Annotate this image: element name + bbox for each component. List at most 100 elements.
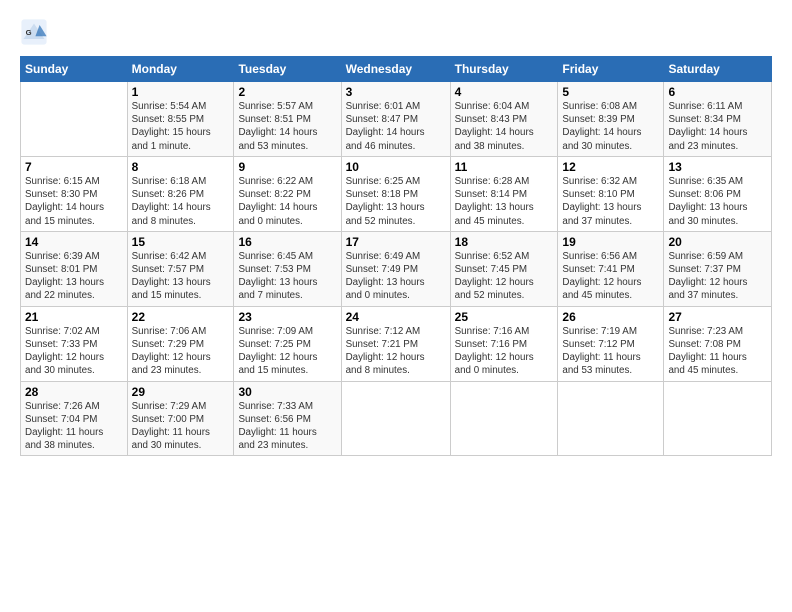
day-number: 22 bbox=[132, 310, 230, 324]
calendar-cell: 8Sunrise: 6:18 AMSunset: 8:26 PMDaylight… bbox=[127, 156, 234, 231]
calendar-cell: 18Sunrise: 6:52 AMSunset: 7:45 PMDayligh… bbox=[450, 231, 558, 306]
day-info: Sunrise: 6:08 AMSunset: 8:39 PMDaylight:… bbox=[562, 100, 659, 153]
calendar-cell: 19Sunrise: 6:56 AMSunset: 7:41 PMDayligh… bbox=[558, 231, 664, 306]
day-number: 6 bbox=[668, 85, 767, 99]
day-number: 9 bbox=[238, 160, 336, 174]
calendar-cell: 13Sunrise: 6:35 AMSunset: 8:06 PMDayligh… bbox=[664, 156, 772, 231]
day-number: 29 bbox=[132, 385, 230, 399]
calendar-cell: 15Sunrise: 6:42 AMSunset: 7:57 PMDayligh… bbox=[127, 231, 234, 306]
calendar-cell: 28Sunrise: 7:26 AMSunset: 7:04 PMDayligh… bbox=[21, 381, 128, 456]
calendar-cell: 21Sunrise: 7:02 AMSunset: 7:33 PMDayligh… bbox=[21, 306, 128, 381]
header-thursday: Thursday bbox=[450, 57, 558, 82]
day-number: 16 bbox=[238, 235, 336, 249]
day-info: Sunrise: 6:45 AMSunset: 7:53 PMDaylight:… bbox=[238, 250, 336, 303]
day-info: Sunrise: 6:11 AMSunset: 8:34 PMDaylight:… bbox=[668, 100, 767, 153]
day-info: Sunrise: 7:19 AMSunset: 7:12 PMDaylight:… bbox=[562, 325, 659, 378]
day-info: Sunrise: 6:18 AMSunset: 8:26 PMDaylight:… bbox=[132, 175, 230, 228]
day-info: Sunrise: 6:56 AMSunset: 7:41 PMDaylight:… bbox=[562, 250, 659, 303]
day-number: 14 bbox=[25, 235, 123, 249]
calendar-week-row: 7Sunrise: 6:15 AMSunset: 8:30 PMDaylight… bbox=[21, 156, 772, 231]
day-info: Sunrise: 6:59 AMSunset: 7:37 PMDaylight:… bbox=[668, 250, 767, 303]
day-info: Sunrise: 5:57 AMSunset: 8:51 PMDaylight:… bbox=[238, 100, 336, 153]
day-number: 15 bbox=[132, 235, 230, 249]
calendar-cell bbox=[664, 381, 772, 456]
calendar-week-row: 1Sunrise: 5:54 AMSunset: 8:55 PMDaylight… bbox=[21, 82, 772, 157]
calendar-table: SundayMondayTuesdayWednesdayThursdayFrid… bbox=[20, 56, 772, 456]
calendar-cell: 26Sunrise: 7:19 AMSunset: 7:12 PMDayligh… bbox=[558, 306, 664, 381]
calendar-cell: 23Sunrise: 7:09 AMSunset: 7:25 PMDayligh… bbox=[234, 306, 341, 381]
calendar-cell bbox=[21, 82, 128, 157]
logo: G bbox=[20, 18, 52, 46]
day-number: 19 bbox=[562, 235, 659, 249]
calendar-cell: 10Sunrise: 6:25 AMSunset: 8:18 PMDayligh… bbox=[341, 156, 450, 231]
day-number: 28 bbox=[25, 385, 123, 399]
day-info: Sunrise: 7:16 AMSunset: 7:16 PMDaylight:… bbox=[455, 325, 554, 378]
day-number: 11 bbox=[455, 160, 554, 174]
svg-text:G: G bbox=[26, 28, 32, 37]
calendar-cell: 27Sunrise: 7:23 AMSunset: 7:08 PMDayligh… bbox=[664, 306, 772, 381]
calendar-cell: 17Sunrise: 6:49 AMSunset: 7:49 PMDayligh… bbox=[341, 231, 450, 306]
day-number: 27 bbox=[668, 310, 767, 324]
day-info: Sunrise: 6:49 AMSunset: 7:49 PMDaylight:… bbox=[346, 250, 446, 303]
header-monday: Monday bbox=[127, 57, 234, 82]
calendar-cell: 25Sunrise: 7:16 AMSunset: 7:16 PMDayligh… bbox=[450, 306, 558, 381]
day-info: Sunrise: 7:23 AMSunset: 7:08 PMDaylight:… bbox=[668, 325, 767, 378]
day-info: Sunrise: 7:06 AMSunset: 7:29 PMDaylight:… bbox=[132, 325, 230, 378]
day-number: 23 bbox=[238, 310, 336, 324]
day-number: 10 bbox=[346, 160, 446, 174]
calendar-cell: 29Sunrise: 7:29 AMSunset: 7:00 PMDayligh… bbox=[127, 381, 234, 456]
day-info: Sunrise: 5:54 AMSunset: 8:55 PMDaylight:… bbox=[132, 100, 230, 153]
day-number: 3 bbox=[346, 85, 446, 99]
day-info: Sunrise: 7:02 AMSunset: 7:33 PMDaylight:… bbox=[25, 325, 123, 378]
calendar-week-row: 14Sunrise: 6:39 AMSunset: 8:01 PMDayligh… bbox=[21, 231, 772, 306]
day-number: 2 bbox=[238, 85, 336, 99]
day-info: Sunrise: 6:28 AMSunset: 8:14 PMDaylight:… bbox=[455, 175, 554, 228]
day-number: 24 bbox=[346, 310, 446, 324]
calendar-header-row: SundayMondayTuesdayWednesdayThursdayFrid… bbox=[21, 57, 772, 82]
calendar-cell: 20Sunrise: 6:59 AMSunset: 7:37 PMDayligh… bbox=[664, 231, 772, 306]
calendar-cell: 22Sunrise: 7:06 AMSunset: 7:29 PMDayligh… bbox=[127, 306, 234, 381]
day-info: Sunrise: 6:52 AMSunset: 7:45 PMDaylight:… bbox=[455, 250, 554, 303]
day-number: 13 bbox=[668, 160, 767, 174]
day-info: Sunrise: 6:35 AMSunset: 8:06 PMDaylight:… bbox=[668, 175, 767, 228]
day-info: Sunrise: 7:33 AMSunset: 6:56 PMDaylight:… bbox=[238, 400, 336, 453]
calendar-cell bbox=[450, 381, 558, 456]
calendar-cell: 24Sunrise: 7:12 AMSunset: 7:21 PMDayligh… bbox=[341, 306, 450, 381]
calendar-week-row: 21Sunrise: 7:02 AMSunset: 7:33 PMDayligh… bbox=[21, 306, 772, 381]
day-number: 18 bbox=[455, 235, 554, 249]
header-friday: Friday bbox=[558, 57, 664, 82]
day-info: Sunrise: 6:39 AMSunset: 8:01 PMDaylight:… bbox=[25, 250, 123, 303]
day-info: Sunrise: 6:25 AMSunset: 8:18 PMDaylight:… bbox=[346, 175, 446, 228]
calendar-cell: 11Sunrise: 6:28 AMSunset: 8:14 PMDayligh… bbox=[450, 156, 558, 231]
day-info: Sunrise: 6:22 AMSunset: 8:22 PMDaylight:… bbox=[238, 175, 336, 228]
day-number: 8 bbox=[132, 160, 230, 174]
header-wednesday: Wednesday bbox=[341, 57, 450, 82]
day-number: 12 bbox=[562, 160, 659, 174]
calendar-cell: 4Sunrise: 6:04 AMSunset: 8:43 PMDaylight… bbox=[450, 82, 558, 157]
day-number: 20 bbox=[668, 235, 767, 249]
day-info: Sunrise: 6:01 AMSunset: 8:47 PMDaylight:… bbox=[346, 100, 446, 153]
calendar-cell: 30Sunrise: 7:33 AMSunset: 6:56 PMDayligh… bbox=[234, 381, 341, 456]
day-info: Sunrise: 7:29 AMSunset: 7:00 PMDaylight:… bbox=[132, 400, 230, 453]
calendar-cell: 16Sunrise: 6:45 AMSunset: 7:53 PMDayligh… bbox=[234, 231, 341, 306]
calendar-cell: 5Sunrise: 6:08 AMSunset: 8:39 PMDaylight… bbox=[558, 82, 664, 157]
day-info: Sunrise: 7:12 AMSunset: 7:21 PMDaylight:… bbox=[346, 325, 446, 378]
day-info: Sunrise: 6:04 AMSunset: 8:43 PMDaylight:… bbox=[455, 100, 554, 153]
day-info: Sunrise: 7:26 AMSunset: 7:04 PMDaylight:… bbox=[25, 400, 123, 453]
day-number: 26 bbox=[562, 310, 659, 324]
day-number: 5 bbox=[562, 85, 659, 99]
calendar-cell: 12Sunrise: 6:32 AMSunset: 8:10 PMDayligh… bbox=[558, 156, 664, 231]
day-number: 4 bbox=[455, 85, 554, 99]
calendar-cell: 3Sunrise: 6:01 AMSunset: 8:47 PMDaylight… bbox=[341, 82, 450, 157]
calendar-cell: 1Sunrise: 5:54 AMSunset: 8:55 PMDaylight… bbox=[127, 82, 234, 157]
day-info: Sunrise: 6:15 AMSunset: 8:30 PMDaylight:… bbox=[25, 175, 123, 228]
calendar-cell bbox=[558, 381, 664, 456]
calendar-cell: 7Sunrise: 6:15 AMSunset: 8:30 PMDaylight… bbox=[21, 156, 128, 231]
header-tuesday: Tuesday bbox=[234, 57, 341, 82]
day-number: 21 bbox=[25, 310, 123, 324]
calendar-cell: 2Sunrise: 5:57 AMSunset: 8:51 PMDaylight… bbox=[234, 82, 341, 157]
day-number: 30 bbox=[238, 385, 336, 399]
calendar-cell: 14Sunrise: 6:39 AMSunset: 8:01 PMDayligh… bbox=[21, 231, 128, 306]
day-info: Sunrise: 6:42 AMSunset: 7:57 PMDaylight:… bbox=[132, 250, 230, 303]
calendar-cell bbox=[341, 381, 450, 456]
